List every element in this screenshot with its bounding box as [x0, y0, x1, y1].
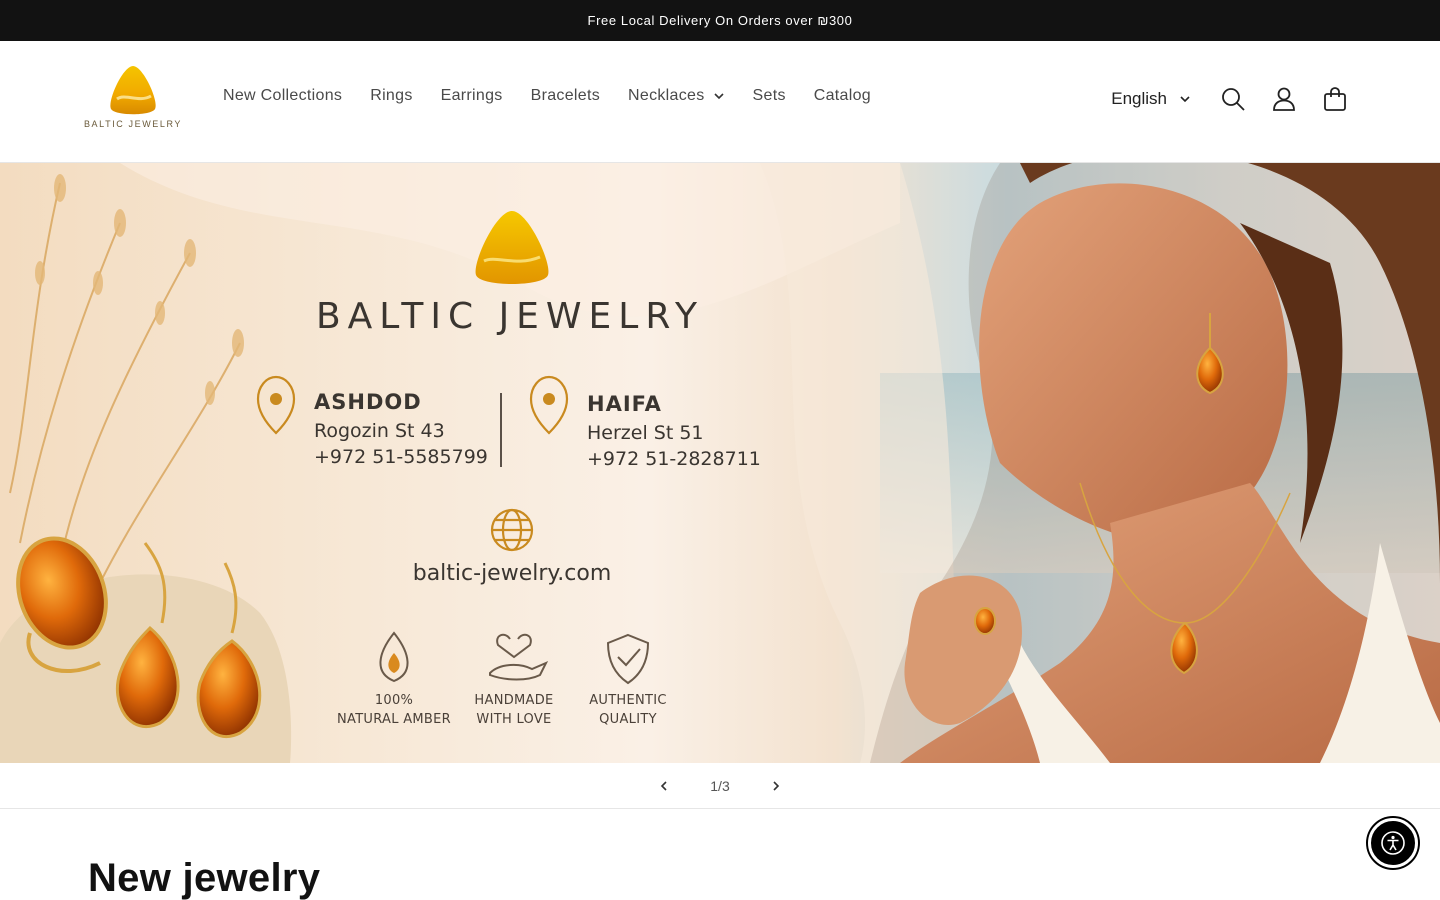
account-button[interactable]: [1258, 77, 1309, 121]
accessibility-icon: [1381, 831, 1405, 855]
slideshow-controls: 1/3: [0, 763, 1440, 809]
site-header: BALTIC JEWELRY New Collections Rings Ear…: [0, 41, 1440, 163]
chevron-down-icon: [713, 93, 724, 100]
account-icon: [1272, 87, 1295, 111]
location-city: ASHDOD: [314, 390, 422, 414]
next-slide-button[interactable]: [764, 774, 788, 798]
cart-icon: [1323, 87, 1346, 111]
accessibility-button[interactable]: [1368, 818, 1418, 868]
logo[interactable]: BALTIC JEWELRY: [84, 63, 180, 143]
hero-website: baltic-jewelry.com: [412, 561, 612, 586]
header-actions: English: [1101, 77, 1360, 121]
chevron-down-icon: [1180, 96, 1190, 103]
hero-banner: BALTIC JEWELRY ASHDOD Rogozin St 43 +972…: [0, 163, 1440, 763]
nav-item-catalog[interactable]: Catalog: [800, 79, 885, 113]
nav-label: Earrings: [440, 87, 503, 104]
language-label: English: [1111, 89, 1167, 108]
feature-natural-amber: 100% NATURAL AMBER: [324, 691, 464, 729]
nav-label: Rings: [370, 87, 413, 104]
location-phone: +972 51-5585799: [314, 446, 488, 468]
nav-label: Sets: [752, 87, 786, 104]
nav-item-bracelets[interactable]: Bracelets: [517, 79, 614, 113]
feature-line1: 100%: [374, 693, 414, 708]
cart-button[interactable]: [1309, 77, 1360, 121]
location-phone: +972 51-2828711: [587, 448, 761, 470]
feature-line1: AUTHENTIC: [589, 693, 667, 708]
nav-label: Catalog: [813, 87, 871, 104]
nav-label: Necklaces: [628, 87, 705, 104]
feature-line2: NATURAL AMBER: [336, 712, 451, 727]
language-selector[interactable]: English: [1101, 81, 1201, 117]
search-icon: [1221, 88, 1245, 111]
search-button[interactable]: [1207, 77, 1258, 121]
amber-logo-icon: [110, 66, 156, 115]
location-haifa: HAIFA Herzel St 51 +972 51-2828711: [587, 392, 761, 470]
nav-label: Bracelets: [530, 87, 601, 104]
nav-item-earrings[interactable]: Earrings: [427, 79, 517, 113]
announcement-bar: Free Local Delivery On Orders over ₪300: [0, 0, 1440, 41]
nav-label: New Collections: [223, 87, 343, 104]
chevron-right-icon: [773, 780, 780, 791]
nav-item-new-collections[interactable]: New Collections: [209, 79, 356, 113]
announcement-text: Free Local Delivery On Orders over ₪300: [587, 13, 853, 28]
nav-item-necklaces[interactable]: Necklaces: [614, 79, 739, 113]
logo-text: BALTIC JEWELRY: [83, 119, 183, 129]
slide-counter: 1/3: [710, 777, 730, 794]
section-title: New jewelry: [88, 856, 321, 900]
previous-slide-button[interactable]: [652, 774, 676, 798]
hero-brand-title: BALTIC JEWELRY: [315, 296, 705, 337]
nav-item-sets[interactable]: Sets: [739, 79, 800, 113]
location-street: Rogozin St 43: [314, 420, 445, 442]
feature-authentic: AUTHENTIC QUALITY: [558, 691, 698, 729]
location-ashdod: ASHDOD Rogozin St 43 +972 51-5585799: [314, 390, 488, 468]
nav-item-rings[interactable]: Rings: [356, 79, 426, 113]
feature-line2: QUALITY: [599, 712, 657, 727]
chevron-left-icon: [660, 780, 667, 791]
main-nav: New Collections Rings Earrings Bracelets…: [209, 79, 885, 113]
location-street: Herzel St 51: [587, 422, 704, 444]
location-city: HAIFA: [587, 392, 662, 416]
